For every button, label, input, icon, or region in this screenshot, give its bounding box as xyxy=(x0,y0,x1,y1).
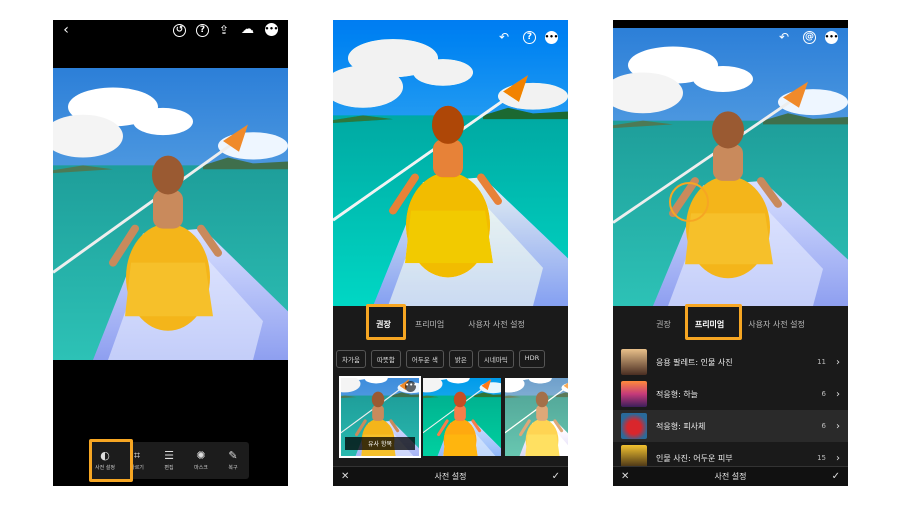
undo-icon[interactable]: ↶ xyxy=(779,30,789,44)
filter-chips: 차가움 따뜻함 어두운 색 밝은 시네마틱 HDR xyxy=(333,350,568,368)
close-icon[interactable]: ✕ xyxy=(621,471,629,482)
tool-label: 마스크 xyxy=(194,465,208,471)
checkmark-icon[interactable]: ✓ xyxy=(832,471,840,482)
panel-bottom-bar: ✕ 사전 설정 ✓ xyxy=(333,466,568,486)
more-icon[interactable]: ••• xyxy=(405,381,417,392)
list-item[interactable]: 적응형: 하늘 6 › xyxy=(613,378,848,410)
chip-hdr[interactable]: HDR xyxy=(518,350,546,368)
phone-presets-premium: ↶ @ ••• 권장 프리미엄 사용자 사전 설정 응용 팔레트: 인물 사진 … xyxy=(613,20,848,486)
help-icon[interactable]: @ xyxy=(803,31,816,44)
preset-group-list: 응용 팔레트: 인물 사진 11 › 적응형: 하늘 6 › 적응형: 피사체 … xyxy=(613,346,848,474)
more-icon[interactable]: ••• xyxy=(545,31,558,44)
tool-edit[interactable]: ☰ 편집 xyxy=(153,442,185,479)
more-icon[interactable]: ••• xyxy=(265,23,278,36)
crop-icon: ⌗ xyxy=(133,449,141,462)
tab-user-presets[interactable]: 사용자 사전 설정 xyxy=(458,319,535,330)
mask-icon: ✺ xyxy=(196,449,206,462)
tool-label: 복구 xyxy=(228,465,238,471)
list-item-count: 6 xyxy=(821,422,826,430)
subject-target-circle xyxy=(669,182,709,222)
help-icon[interactable]: ? xyxy=(523,31,536,44)
chevron-right-icon: › xyxy=(836,388,840,400)
chevron-left-icon[interactable]: ‹ xyxy=(59,22,73,38)
chip-cool[interactable]: 차가움 xyxy=(336,350,366,368)
checkmark-icon[interactable]: ✓ xyxy=(552,471,560,482)
preset-thumb[interactable] xyxy=(505,378,568,456)
preset-thumb[interactable] xyxy=(423,378,501,456)
edit-icon: ☰ xyxy=(164,449,174,462)
highlight-recommended-tab xyxy=(366,304,406,340)
tab-recommended[interactable]: 권장 xyxy=(646,319,681,330)
chip-cinematic[interactable]: 시네마틱 xyxy=(477,350,514,368)
preset-group-thumb xyxy=(621,349,647,375)
list-item-count: 6 xyxy=(821,390,826,398)
history-icon[interactable]: ↺ xyxy=(173,24,186,37)
list-item-count: 11 xyxy=(817,358,826,366)
preset-thumbnails: ••• 유사 항목 xyxy=(339,376,568,458)
list-item-label: 응용 팔레트: 인물 사진 xyxy=(656,357,733,367)
tab-user-presets[interactable]: 사용자 사전 설정 xyxy=(738,319,815,330)
chevron-right-icon: › xyxy=(836,452,840,464)
close-icon[interactable]: ✕ xyxy=(341,471,349,482)
more-icon[interactable]: ••• xyxy=(825,31,838,44)
list-item[interactable]: 적응형: 피사체 6 › xyxy=(613,410,848,442)
main-photo xyxy=(53,68,288,360)
preview-photo xyxy=(613,28,848,306)
list-item-label: 적응형: 피사체 xyxy=(656,421,706,431)
page: ‹ ↺ ? ⇪ ☁ ••• ◐ 사전 설정 ⌗ 자르기 ☰ 편집 ✺ 마스크 ✎… xyxy=(0,0,900,506)
list-item-label: 적응형: 하늘 xyxy=(656,389,699,399)
preset-group-thumb xyxy=(621,381,647,407)
help-icon[interactable]: ? xyxy=(196,24,209,37)
tool-heal[interactable]: ✎ 복구 xyxy=(217,442,249,479)
chip-warm[interactable]: 따뜻함 xyxy=(370,350,401,368)
tool-mask[interactable]: ✺ 마스크 xyxy=(185,442,217,479)
list-item[interactable]: 응용 팔레트: 인물 사진 11 › xyxy=(613,346,848,378)
preset-thumb[interactable]: ••• 유사 항목 xyxy=(339,376,421,458)
list-item-label: 인물 사진: 어두운 피부 xyxy=(656,453,733,463)
panel-title: 사전 설정 xyxy=(714,472,747,481)
chip-dark[interactable]: 어두운 색 xyxy=(405,350,444,368)
preview-photo xyxy=(333,20,568,306)
panel-title: 사전 설정 xyxy=(434,472,467,481)
chevron-right-icon: › xyxy=(836,420,840,432)
heal-icon: ✎ xyxy=(228,449,238,462)
phone-edit-view: ‹ ↺ ? ⇪ ☁ ••• ◐ 사전 설정 ⌗ 자르기 ☰ 편집 ✺ 마스크 ✎… xyxy=(53,20,288,486)
list-item-count: 15 xyxy=(817,454,826,462)
share-icon[interactable]: ⇪ xyxy=(219,23,229,37)
highlight-premium-tab xyxy=(685,304,742,340)
cloud-sync-icon[interactable]: ☁ xyxy=(241,22,254,37)
chip-bright[interactable]: 밝은 xyxy=(448,350,473,368)
highlight-presets-tool xyxy=(89,439,133,482)
panel-bottom-bar: ✕ 사전 설정 ✓ xyxy=(613,466,848,486)
tool-label: 편집 xyxy=(164,465,174,471)
tab-premium[interactable]: 프리미엄 xyxy=(405,319,454,330)
phone-presets-recommended: ↶ ? ••• 권장 프리미엄 사용자 사전 설정 차가움 따뜻함 어두운 색 … xyxy=(333,20,568,486)
preset-group-thumb xyxy=(621,413,647,439)
similar-items-badge[interactable]: 유사 항목 xyxy=(345,437,415,450)
chevron-right-icon: › xyxy=(836,356,840,368)
undo-icon[interactable]: ↶ xyxy=(499,30,509,44)
